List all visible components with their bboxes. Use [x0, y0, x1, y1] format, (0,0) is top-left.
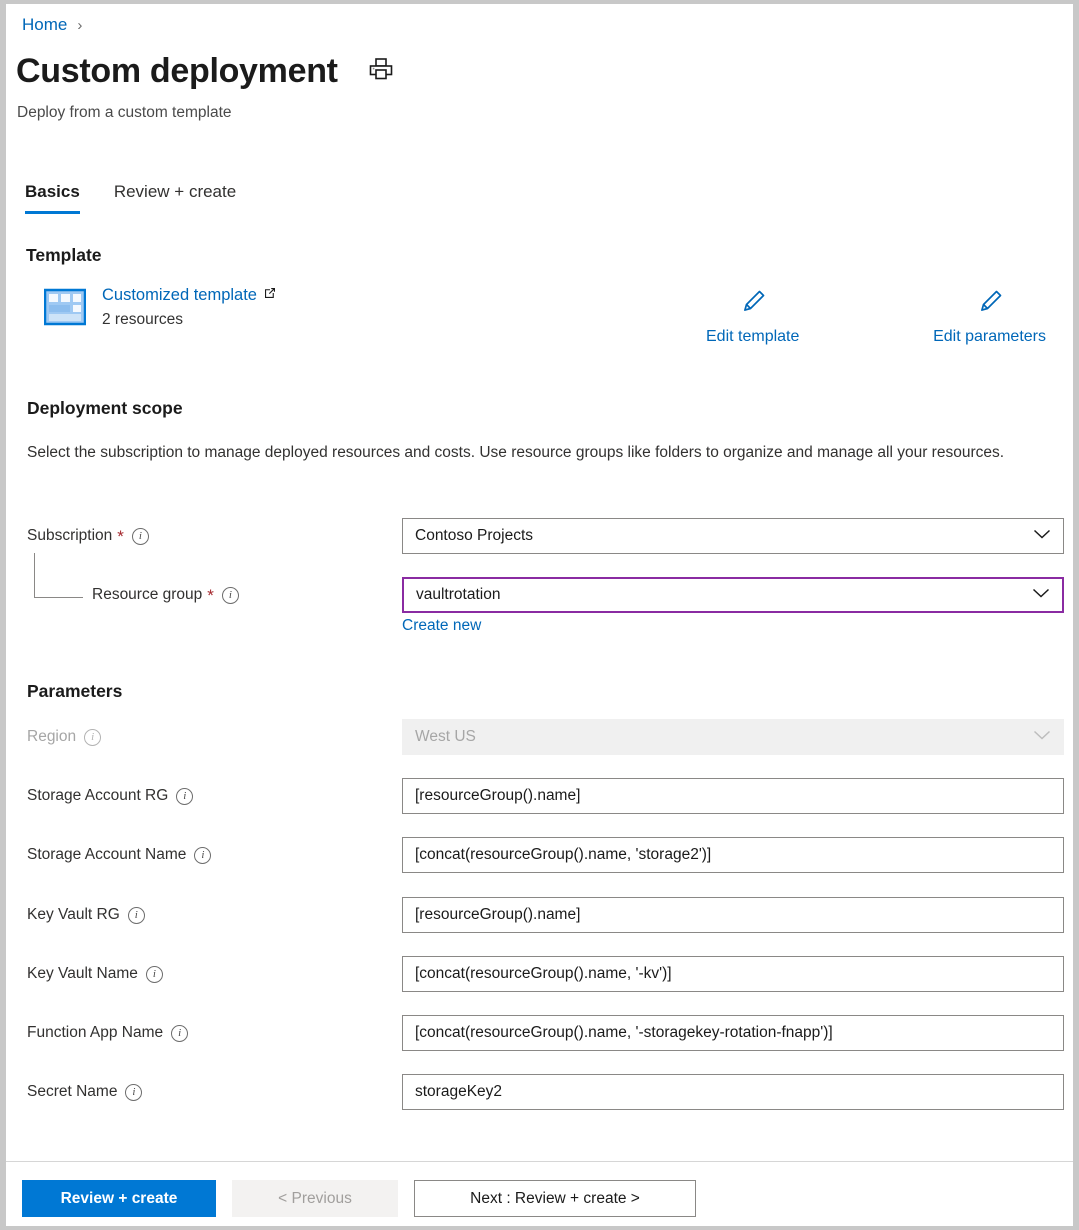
subscription-label: Subscription * i — [27, 518, 149, 554]
info-icon[interactable]: i — [171, 1025, 188, 1042]
info-icon[interactable]: i — [194, 847, 211, 864]
function-app-name-input[interactable]: [concat(resourceGroup().name, '-storagek… — [402, 1015, 1064, 1051]
footer-actions: Review + create < Previous Next : Review… — [22, 1180, 696, 1217]
param-row-storage-account-name: Storage Account Name i [concat(resourceG… — [6, 837, 1073, 873]
region-label-text: Region — [27, 728, 76, 746]
parameters-section-heading: Parameters — [27, 681, 122, 702]
template-section-heading: Template — [26, 245, 102, 266]
footer-divider — [6, 1161, 1073, 1162]
key-vault-name-value: [concat(resourceGroup().name, '-kv')] — [415, 965, 672, 983]
key-vault-name-input[interactable]: [concat(resourceGroup().name, '-kv')] — [402, 956, 1064, 992]
resource-group-value: vaultrotation — [416, 586, 500, 604]
pencil-icon — [975, 287, 1005, 322]
param-row-region: Region i West US — [6, 719, 1073, 755]
blade-content: Home › Custom deployment Deploy from a c… — [6, 4, 1073, 1226]
function-app-name-label-text: Function App Name — [27, 1024, 163, 1042]
region-select: West US — [402, 719, 1064, 755]
breadcrumb-home-link[interactable]: Home — [22, 15, 67, 35]
template-grid-icon — [44, 286, 86, 333]
storage-account-name-label-text: Storage Account Name — [27, 846, 186, 864]
param-row-key-vault-name: Key Vault Name i [concat(resourceGroup()… — [6, 956, 1073, 992]
review-create-button[interactable]: Review + create — [22, 1180, 216, 1217]
key-vault-rg-input[interactable]: [resourceGroup().name] — [402, 897, 1064, 933]
info-icon[interactable]: i — [132, 528, 149, 545]
tab-basics[interactable]: Basics — [25, 182, 80, 214]
template-row: Customized template 2 resources — [44, 286, 277, 333]
subscription-value: Contoso Projects — [415, 527, 533, 545]
scope-description: Select the subscription to manage deploy… — [27, 440, 1017, 465]
customized-template-link[interactable]: Customized template — [102, 286, 277, 305]
edit-parameters-button[interactable]: Edit parameters — [933, 287, 1046, 346]
breadcrumb: Home › — [22, 15, 82, 35]
storage-account-rg-input[interactable]: [resourceGroup().name] — [402, 778, 1064, 814]
param-row-function-app-name: Function App Name i [concat(resourceGrou… — [6, 1015, 1073, 1051]
key-vault-rg-label-text: Key Vault RG — [27, 906, 120, 924]
secret-name-value: storageKey2 — [415, 1083, 502, 1101]
required-asterisk: * — [117, 528, 124, 545]
storage-account-rg-label: Storage Account RG i — [27, 778, 193, 814]
info-icon[interactable]: i — [128, 907, 145, 924]
key-vault-name-label: Key Vault Name i — [27, 956, 163, 992]
tab-list: Basics Review + create — [25, 182, 236, 214]
subscription-select[interactable]: Contoso Projects — [402, 518, 1064, 554]
secret-name-label-text: Secret Name — [27, 1083, 117, 1101]
resource-group-row: Resource group * i vaultrotation — [6, 577, 1073, 613]
next-review-create-button[interactable]: Next : Review + create > — [414, 1180, 696, 1217]
key-vault-rg-value: [resourceGroup().name] — [415, 906, 580, 924]
secret-name-input[interactable]: storageKey2 — [402, 1074, 1064, 1110]
azure-portal-blade: Home › Custom deployment Deploy from a c… — [0, 0, 1079, 1230]
key-vault-rg-label: Key Vault RG i — [27, 897, 145, 933]
chevron-down-icon — [1032, 586, 1050, 604]
region-label: Region i — [27, 719, 101, 755]
scope-section-heading: Deployment scope — [27, 398, 183, 419]
printer-icon[interactable] — [368, 57, 394, 86]
page-title: Custom deployment — [16, 54, 338, 88]
template-actions: Edit template Edit parameters — [706, 287, 1046, 346]
resource-group-label: Resource group * i — [92, 577, 239, 613]
info-icon[interactable]: i — [146, 966, 163, 983]
storage-account-name-value: [concat(resourceGroup().name, 'storage2'… — [415, 846, 711, 864]
function-app-name-value: [concat(resourceGroup().name, '-storagek… — [415, 1024, 833, 1042]
template-resource-count: 2 resources — [102, 311, 277, 329]
tab-review-create[interactable]: Review + create — [114, 182, 236, 214]
param-row-storage-account-rg: Storage Account RG i [resourceGroup().na… — [6, 778, 1073, 814]
chevron-down-icon — [1033, 527, 1051, 545]
external-link-icon — [263, 286, 277, 305]
storage-account-name-label: Storage Account Name i — [27, 837, 211, 873]
edit-template-button[interactable]: Edit template — [706, 287, 799, 346]
previous-button: < Previous — [232, 1180, 398, 1217]
param-row-key-vault-rg: Key Vault RG i [resourceGroup().name] — [6, 897, 1073, 933]
secret-name-label: Secret Name i — [27, 1074, 142, 1110]
info-icon[interactable]: i — [84, 729, 101, 746]
subscription-label-text: Subscription — [27, 527, 112, 545]
subscription-row: Subscription * i Contoso Projects — [6, 518, 1073, 554]
customized-template-label: Customized template — [102, 286, 257, 305]
info-icon[interactable]: i — [176, 788, 193, 805]
required-asterisk: * — [207, 587, 214, 604]
param-row-secret-name: Secret Name i storageKey2 — [6, 1074, 1073, 1110]
page-subtitle: Deploy from a custom template — [17, 104, 232, 122]
title-row: Custom deployment — [16, 54, 394, 88]
breadcrumb-chevron-icon: › — [77, 17, 82, 34]
chevron-down-icon — [1033, 728, 1051, 746]
resource-group-label-text: Resource group — [92, 586, 202, 604]
storage-account-rg-value: [resourceGroup().name] — [415, 787, 580, 805]
function-app-name-label: Function App Name i — [27, 1015, 188, 1051]
edit-template-label: Edit template — [706, 328, 799, 346]
storage-account-name-input[interactable]: [concat(resourceGroup().name, 'storage2'… — [402, 837, 1064, 873]
region-value: West US — [415, 728, 476, 746]
key-vault-name-label-text: Key Vault Name — [27, 965, 138, 983]
info-icon[interactable]: i — [222, 587, 239, 604]
info-icon[interactable]: i — [125, 1084, 142, 1101]
create-new-resource-group-link[interactable]: Create new — [402, 617, 481, 635]
template-text: Customized template 2 resources — [102, 286, 277, 329]
edit-parameters-label: Edit parameters — [933, 328, 1046, 346]
resource-group-select[interactable]: vaultrotation — [402, 577, 1064, 613]
storage-account-rg-label-text: Storage Account RG — [27, 787, 168, 805]
pencil-icon — [738, 287, 768, 322]
